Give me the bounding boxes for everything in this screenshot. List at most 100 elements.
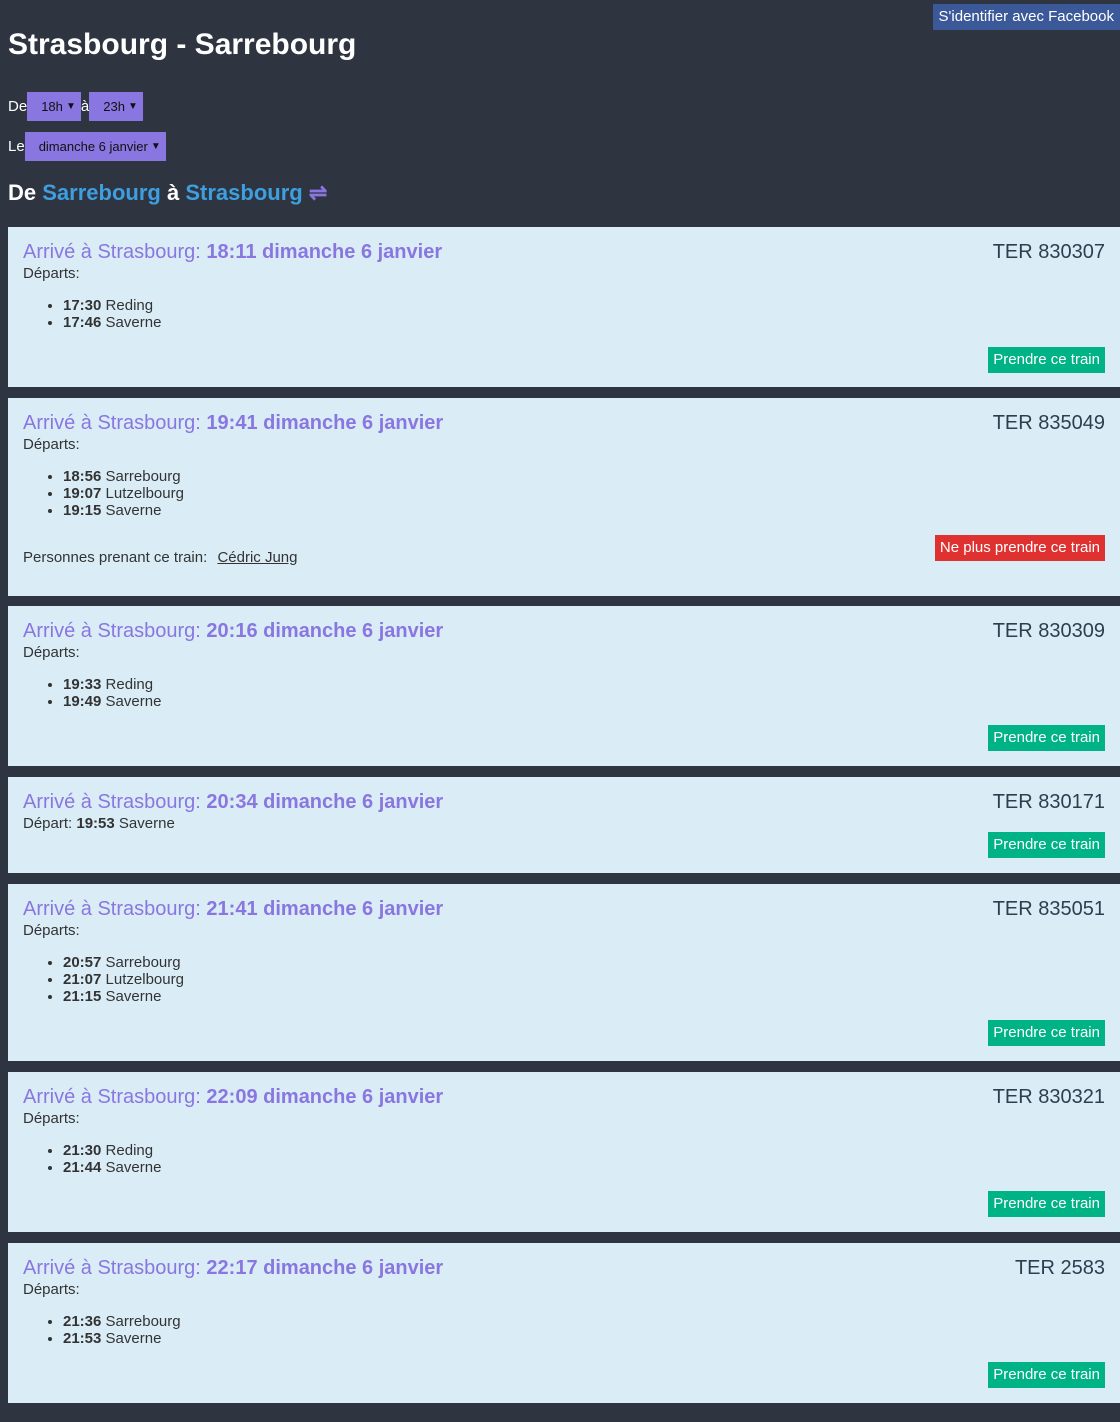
departure-station: Sarrebourg xyxy=(105,1313,181,1330)
take-train-button[interactable]: Prendre ce train xyxy=(988,1020,1105,1046)
departure-station: Saverne xyxy=(105,502,162,519)
take-train-button[interactable]: Prendre ce train xyxy=(988,1191,1105,1217)
from-hour-value: 18h xyxy=(41,99,63,114)
train-number: TER 830307 xyxy=(992,241,1105,263)
list-item: 21:07 Lutzelbourg xyxy=(63,971,184,988)
departures-label: Départs: xyxy=(23,1110,80,1127)
route-heading: De Sarrebourg à Strasbourg ⇌ xyxy=(8,180,327,206)
arrival-heading: Arrivé à Strasbourg: 22:09 dimanche 6 ja… xyxy=(23,1086,443,1109)
departure-label: Départ: xyxy=(23,815,73,832)
list-item: 21:15 Saverne xyxy=(63,988,184,1005)
list-item: 19:33 Reding xyxy=(63,676,161,693)
train-card: Arrivé à Strasbourg: 22:17 dimanche 6 ja… xyxy=(8,1243,1120,1403)
departure-station: Saverne xyxy=(105,1159,162,1176)
arrival-prefix: Arrivé à Strasbourg: xyxy=(23,1086,201,1108)
list-item: 20:57 Sarrebourg xyxy=(63,954,184,971)
arrival-heading: Arrivé à Strasbourg: 22:17 dimanche 6 ja… xyxy=(23,1257,443,1280)
arrival-time: 18:11 dimanche 6 janvier xyxy=(206,241,443,263)
departures-label: Départs: xyxy=(23,644,80,661)
chevron-down-icon: ▼ xyxy=(65,101,76,112)
departure-station: Lutzelbourg xyxy=(105,971,184,988)
arrival-heading: Arrivé à Strasbourg: 18:11 dimanche 6 ja… xyxy=(23,241,442,264)
persons-label: Personnes prenant ce train: xyxy=(23,549,208,566)
to-label: à xyxy=(80,98,90,115)
from-hour-select[interactable]: 18h ▼ xyxy=(27,92,81,121)
from-label: De xyxy=(8,98,28,115)
arrival-heading: Arrivé à Strasbourg: 19:41 dimanche 6 ja… xyxy=(23,412,443,435)
departures-label: Départs: xyxy=(23,436,80,453)
list-item: 21:36 Sarrebourg xyxy=(63,1313,181,1330)
train-card: Arrivé à Strasbourg: 19:41 dimanche 6 ja… xyxy=(8,398,1120,596)
departure-time: 17:46 xyxy=(63,314,102,331)
list-item: 17:46 Saverne xyxy=(63,314,161,331)
departure-station: Reding xyxy=(105,297,154,314)
list-item: 19:49 Saverne xyxy=(63,693,161,710)
take-train-button[interactable]: Prendre ce train xyxy=(988,832,1105,858)
departure-time: 19:53 xyxy=(76,815,115,832)
take-train-button[interactable]: Prendre ce train xyxy=(988,1362,1105,1388)
origin-link[interactable]: Sarrebourg xyxy=(42,180,161,205)
arrival-time: 21:41 dimanche 6 janvier xyxy=(206,898,444,920)
to-hour-select[interactable]: 23h ▼ xyxy=(89,92,143,121)
departure-station: Saverne xyxy=(105,693,162,710)
take-train-button[interactable]: Prendre ce train xyxy=(988,347,1105,373)
train-card: Arrivé à Strasbourg: 22:09 dimanche 6 ja… xyxy=(8,1072,1120,1232)
departure-time: 21:30 xyxy=(63,1142,102,1159)
date-value: dimanche 6 janvier xyxy=(38,139,148,154)
page-title: Strasbourg - Sarrebourg xyxy=(8,28,357,61)
departure-time: 21:15 xyxy=(63,988,102,1005)
departures-label: Départs: xyxy=(23,1281,80,1298)
chevron-down-icon: ▼ xyxy=(150,141,161,152)
date-label: Le xyxy=(8,138,25,155)
departure-time: 17:30 xyxy=(63,297,102,314)
take-train-button[interactable]: Prendre ce train xyxy=(988,725,1105,751)
departure-station: Saverne xyxy=(105,1330,162,1347)
departures-list: 19:33 Reding 19:49 Saverne xyxy=(23,676,161,710)
arrival-time: 22:17 dimanche 6 janvier xyxy=(206,1257,444,1279)
train-number: TER 830321 xyxy=(992,1086,1105,1108)
swap-icon[interactable]: ⇌ xyxy=(309,180,327,205)
arrival-prefix: Arrivé à Strasbourg: xyxy=(23,241,201,263)
departures-list: 18:56 Sarrebourg 19:07 Lutzelbourg 19:15… xyxy=(23,468,184,519)
arrival-time: 20:16 dimanche 6 janvier xyxy=(206,620,444,642)
departure-time: 20:57 xyxy=(63,954,102,971)
arrival-time: 22:09 dimanche 6 janvier xyxy=(206,1086,444,1108)
arrival-time: 19:41 dimanche 6 janvier xyxy=(206,412,444,434)
departures-list: 20:57 Sarrebourg 21:07 Lutzelbourg 21:15… xyxy=(23,954,184,1005)
arrival-prefix: Arrivé à Strasbourg: xyxy=(23,620,201,642)
list-item: 21:44 Saverne xyxy=(63,1159,161,1176)
to-hour-value: 23h xyxy=(103,99,125,114)
departure-time: 21:36 xyxy=(63,1313,102,1330)
chevron-down-icon: ▼ xyxy=(128,101,138,112)
departure-station: Reding xyxy=(105,676,154,693)
train-number: TER 830171 xyxy=(992,791,1105,813)
route-de: De xyxy=(8,180,37,205)
leave-train-button[interactable]: Ne plus prendre ce train xyxy=(934,535,1105,561)
train-number: TER 2583 xyxy=(1014,1257,1105,1279)
destination-link[interactable]: Strasbourg xyxy=(185,180,302,205)
person-link[interactable]: Cédric Jung xyxy=(217,549,297,566)
departures-label: Départs: xyxy=(23,922,80,939)
date-select[interactable]: dimanche 6 janvier ▼ xyxy=(24,132,166,161)
departure-time: 21:44 xyxy=(63,1159,102,1176)
departure-time: 21:07 xyxy=(63,971,102,988)
departure-time: 21:53 xyxy=(63,1330,102,1347)
facebook-login-button[interactable]: S'identifier avec Facebook xyxy=(932,4,1120,30)
departures-list: 21:30 Reding 21:44 Saverne xyxy=(23,1142,161,1176)
departure-station: Sarrebourg xyxy=(105,954,181,971)
departures-list: 21:36 Sarrebourg 21:53 Saverne xyxy=(23,1313,181,1347)
arrival-prefix: Arrivé à Strasbourg: xyxy=(23,412,201,434)
departure-time: 19:49 xyxy=(63,693,102,710)
route-a: à xyxy=(166,180,180,205)
departure-line: Départ: 19:53 Saverne xyxy=(23,815,175,832)
departure-station: Saverne xyxy=(118,815,175,832)
arrival-heading: Arrivé à Strasbourg: 21:41 dimanche 6 ja… xyxy=(23,898,443,921)
list-item: 21:30 Reding xyxy=(63,1142,161,1159)
arrival-prefix: Arrivé à Strasbourg: xyxy=(23,1257,201,1279)
departure-station: Saverne xyxy=(105,988,162,1005)
arrival-time: 20:34 dimanche 6 janvier xyxy=(206,791,444,813)
persons-taking-train: Personnes prenant ce train: Cédric Jung xyxy=(23,549,298,566)
train-card: Arrivé à Strasbourg: 21:41 dimanche 6 ja… xyxy=(8,884,1120,1061)
train-number: TER 835049 xyxy=(992,412,1105,434)
departure-station: Sarrebourg xyxy=(105,468,181,485)
